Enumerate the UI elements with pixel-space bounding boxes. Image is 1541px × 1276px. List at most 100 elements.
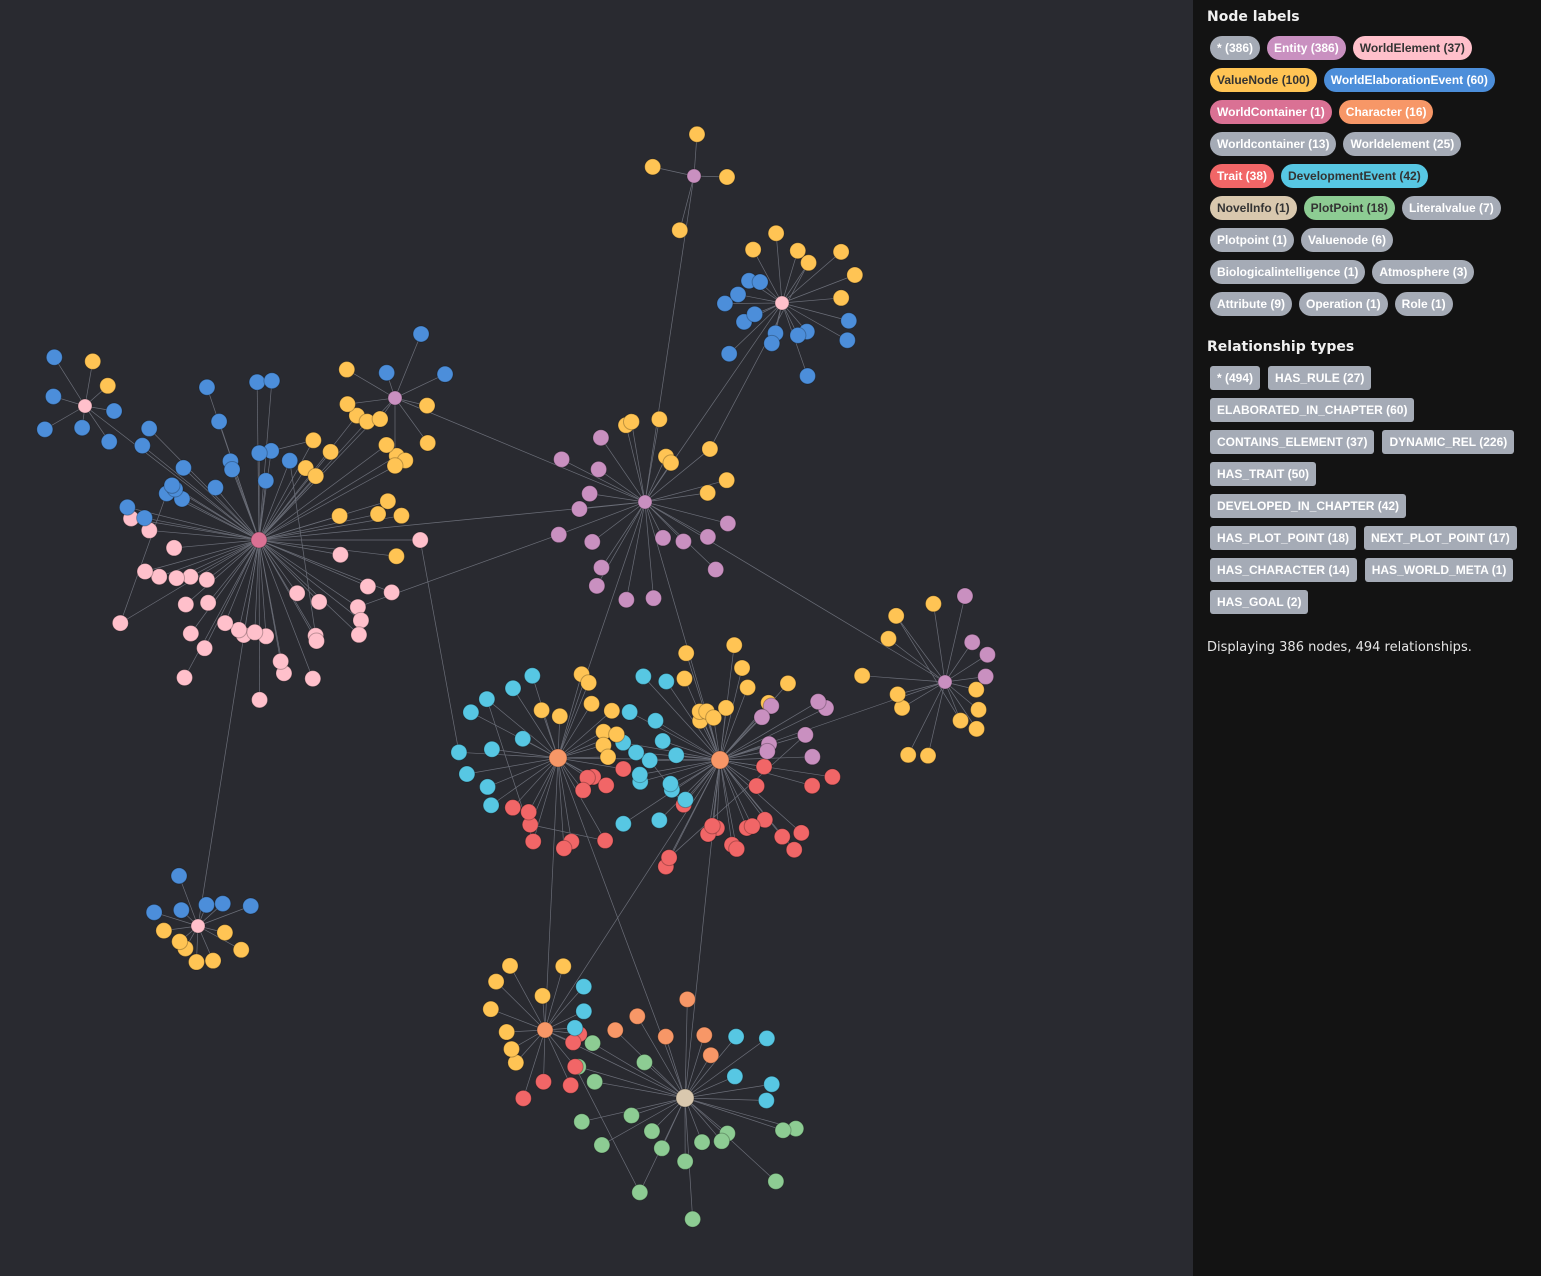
graph-node[interactable] [977,668,995,686]
graph-node[interactable] [514,1089,532,1107]
graph-node[interactable] [581,485,599,503]
graph-node[interactable] [250,444,268,462]
graph-node[interactable] [392,507,410,525]
graph-node[interactable] [703,817,721,835]
graph-node[interactable] [566,1058,584,1076]
graph-node[interactable] [198,571,216,589]
graph-node[interactable] [84,352,102,370]
graph-node[interactable] [171,933,189,951]
graph-node[interactable] [743,817,761,835]
graph-node[interactable] [660,849,678,867]
graph-node[interactable] [574,781,592,799]
graph-node[interactable] [686,168,702,184]
graph-node[interactable] [606,1021,624,1039]
graph-node[interactable] [387,547,405,565]
graph-node[interactable] [838,331,856,349]
graph-node[interactable] [592,559,610,577]
graph-node[interactable] [198,378,216,396]
graph-node[interactable] [643,1122,661,1140]
graph-node[interactable] [674,532,692,550]
graph-node[interactable] [387,390,403,406]
graph-node[interactable] [774,295,790,311]
graph-node[interactable] [608,725,626,743]
graph-node[interactable] [100,433,118,451]
graph-node[interactable] [504,799,522,817]
graph-node[interactable] [779,674,797,692]
graph-node[interactable] [251,691,269,709]
graph-node[interactable] [645,589,663,607]
relationship-type-chip[interactable]: DEVELOPED_IN_CHAPTER (42) [1210,494,1407,518]
graph-node[interactable] [631,1183,649,1201]
node-label-chip[interactable]: WorldElement (37) [1352,36,1472,60]
graph-node[interactable] [482,796,500,814]
graph-node[interactable] [550,526,568,544]
graph-node[interactable] [450,743,468,761]
graph-node[interactable] [498,1023,516,1041]
graph-node[interactable] [418,397,436,415]
graph-node[interactable] [701,440,719,458]
graph-node[interactable] [952,712,970,730]
graph-node[interactable] [232,941,250,959]
graph-node[interactable] [524,832,542,850]
graph-node[interactable] [246,623,264,641]
graph-node[interactable] [592,429,610,447]
graph-node[interactable] [487,973,505,991]
graph-node[interactable] [919,747,937,765]
graph-node[interactable] [210,413,228,431]
graph-node[interactable] [216,924,234,942]
graph-node[interactable] [190,918,206,934]
node-label-chip[interactable]: PlotPoint (18) [1303,196,1396,220]
graph-node[interactable] [359,577,377,595]
graph-node[interactable] [603,702,621,720]
graph-node[interactable] [533,701,551,719]
graph-node[interactable] [657,672,675,690]
graph-node[interactable] [535,1073,553,1091]
graph-node[interactable] [145,903,163,921]
graph-node[interactable] [617,591,635,609]
graph-node[interactable] [176,669,194,687]
graph-node[interactable] [707,561,725,579]
relationship-type-chip[interactable]: * (494) [1210,366,1261,390]
graph-node[interactable] [726,1067,744,1085]
graph-node[interactable] [140,420,158,438]
graph-node[interactable] [377,436,395,454]
graph-node[interactable] [678,990,696,1008]
node-label-chip[interactable]: Biologicalintelligence (1) [1210,260,1366,284]
graph-node[interactable] [796,726,814,744]
graph-node[interactable] [458,765,476,783]
graph-node[interactable] [713,1132,731,1150]
graph-node[interactable] [136,509,154,527]
graph-node[interactable] [887,607,905,625]
graph-node[interactable] [548,748,568,768]
graph-node[interactable] [720,345,738,363]
graph-node[interactable] [654,732,672,750]
graph-node[interactable] [677,644,695,662]
graph-node[interactable] [165,539,183,557]
graph-node[interactable] [272,652,290,670]
graph-node[interactable] [729,285,747,303]
graph-node[interactable] [150,568,168,586]
graph-node[interactable] [551,707,569,725]
node-label-chip[interactable]: Role (1) [1394,292,1453,316]
graph-node[interactable] [753,708,771,726]
graph-node[interactable] [662,454,680,472]
graph-node[interactable] [803,748,821,766]
graph-nodes[interactable] [36,125,996,1228]
graph-node[interactable] [717,699,735,717]
graph-node[interactable] [501,957,519,975]
graph-node[interactable] [647,712,665,730]
graph-node[interactable] [671,221,689,239]
graph-node[interactable] [331,546,349,564]
graph-node[interactable] [223,461,241,479]
graph-node[interactable] [596,832,614,850]
graph-node[interactable] [785,841,803,859]
graph-node[interactable] [590,460,608,478]
graph-node[interactable] [725,636,743,654]
graph-node[interactable] [593,1136,611,1154]
graph-node[interactable] [111,614,129,632]
graph-node[interactable] [809,693,827,711]
relationship-type-chip[interactable]: HAS_TRAIT (50) [1210,462,1317,486]
graph-node[interactable] [555,839,573,857]
graph-node[interactable] [331,507,349,525]
graph-node[interactable] [412,325,430,343]
